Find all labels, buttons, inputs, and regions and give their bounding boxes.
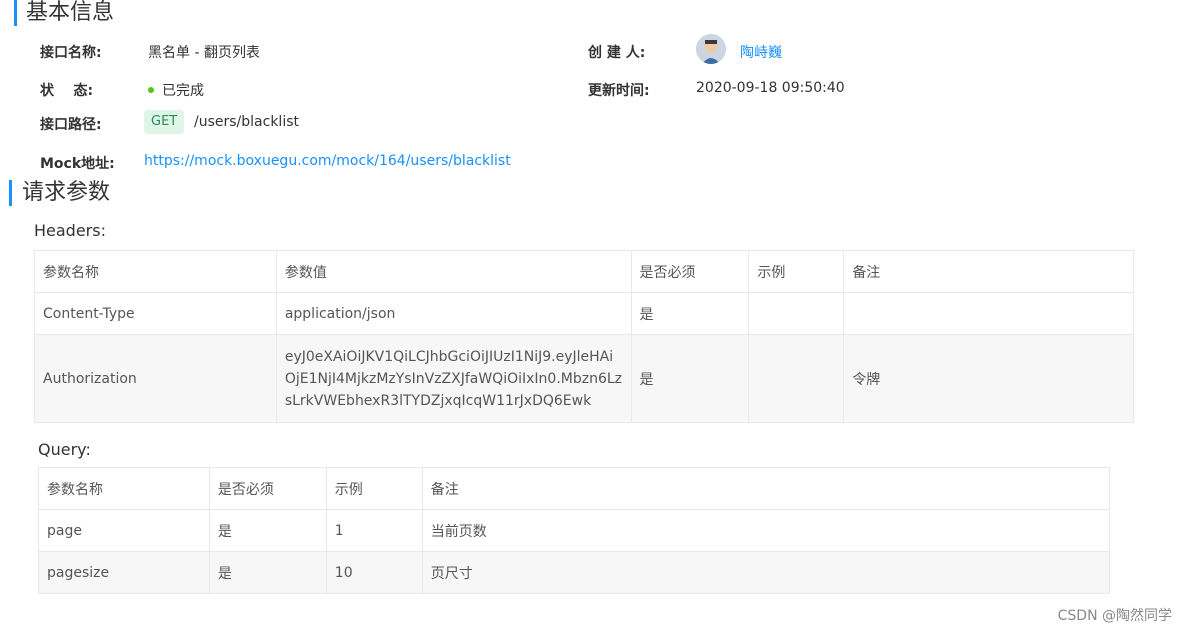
col-header: 参数名称 <box>38 467 210 510</box>
status-dot-icon <box>148 87 154 93</box>
mock-label: Mock地址: <box>40 156 115 172</box>
cell: 10 <box>325 551 423 594</box>
watermark: CSDN @陶然同学 <box>1057 608 1172 624</box>
status-label: 状 态: <box>40 83 94 99</box>
method-badge: GET <box>144 110 185 134</box>
avatar-icon <box>696 34 726 64</box>
creator-avatar[interactable] <box>696 34 726 64</box>
cell: pagesize <box>38 551 210 594</box>
cell <box>748 292 845 335</box>
col-header: 参数值 <box>275 250 632 293</box>
api-path-label: 接口路径: <box>40 117 102 133</box>
query-subtitle: Query: <box>38 440 91 459</box>
updated-value: 2020-09-18 09:50:40 <box>696 80 845 96</box>
col-header: 备注 <box>421 467 1111 510</box>
api-path-value: /users/blacklist <box>194 114 299 130</box>
cell: 页尺寸 <box>421 551 1111 594</box>
col-header: 是否必须 <box>208 467 327 510</box>
cell: eyJ0eXAiOiJKV1QiLCJhbGciOiJIUzI1NiJ9.eyJ… <box>275 334 632 423</box>
headers-subtitle: Headers: <box>34 221 106 240</box>
query-table-header: 参数名称 是否必须 示例 备注 <box>38 467 1111 510</box>
status-text: 已完成 <box>162 83 204 99</box>
section-accent-bar <box>14 0 17 26</box>
api-name-value: 黑名单 - 翻页列表 <box>148 45 260 61</box>
cell: Authorization <box>34 334 277 423</box>
headers-table: 参数名称 参数值 是否必须 示例 备注 Content-Type applica… <box>34 250 1134 423</box>
table-row: pagesize 是 10 页尺寸 <box>38 551 1111 594</box>
cell <box>748 334 845 423</box>
cell: 当前页数 <box>421 509 1111 552</box>
cell: 令牌 <box>843 334 1134 423</box>
cell: application/json <box>275 292 632 335</box>
creator-name-link[interactable]: 陶峙巍 <box>740 42 782 62</box>
cell: 是 <box>208 509 327 552</box>
cell: page <box>38 509 210 552</box>
cell <box>843 292 1134 335</box>
cell: 是 <box>630 292 750 335</box>
status-value: 已完成 <box>148 80 204 100</box>
updated-label: 更新时间: <box>588 83 650 99</box>
api-name-label: 接口名称: <box>40 45 102 61</box>
col-header: 示例 <box>325 467 423 510</box>
col-header: 是否必须 <box>630 250 750 293</box>
section-title-request-text: 请求参数 <box>22 180 111 205</box>
table-row: Content-Type application/json 是 <box>34 292 1134 335</box>
cell: 是 <box>630 334 750 423</box>
cell: Content-Type <box>34 292 277 335</box>
col-header: 参数名称 <box>34 250 277 293</box>
headers-table-header: 参数名称 参数值 是否必须 示例 备注 <box>34 250 1134 293</box>
section-accent-bar <box>9 180 12 206</box>
cell: 1 <box>325 509 423 552</box>
creator-label: 创 建 人: <box>588 45 646 61</box>
table-row: Authorization eyJ0eXAiOiJKV1QiLCJhbGciOi… <box>34 334 1134 423</box>
section-title-basic-text: 基本信息 <box>26 0 115 25</box>
col-header: 备注 <box>843 250 1134 293</box>
col-header: 示例 <box>748 250 845 293</box>
table-row: page 是 1 当前页数 <box>38 509 1111 552</box>
mock-url-link[interactable]: https://mock.boxuegu.com/mock/164/users/… <box>144 153 511 169</box>
cell: 是 <box>208 551 327 594</box>
query-table: 参数名称 是否必须 示例 备注 page 是 1 当前页数 pagesize 是… <box>38 467 1111 594</box>
